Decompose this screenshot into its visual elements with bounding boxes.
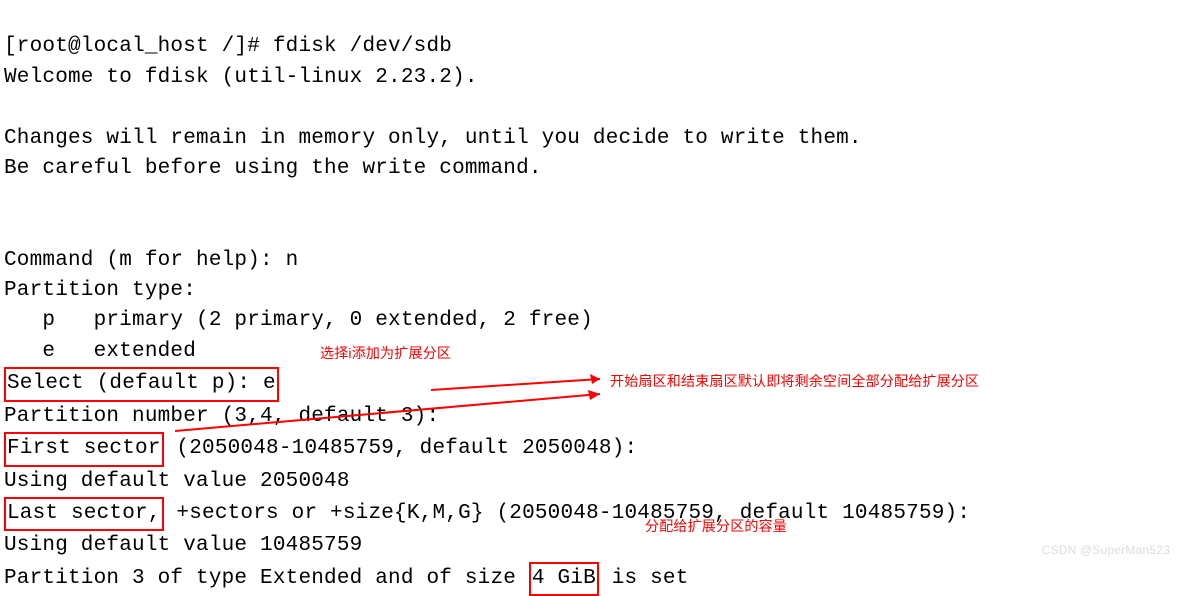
annotation-select-extended: 选择i添加为扩展分区	[320, 343, 451, 363]
partition-number[interactable]: Partition number (3,4, default 3):	[4, 405, 439, 428]
using-first: Using default value 2050048	[4, 470, 350, 493]
size-box: 4 GiB	[529, 562, 599, 596]
last-sector-rest[interactable]: +sectors or +size{K,M,G} (2050048-104857…	[164, 502, 971, 525]
last-sector-box: Last sector,	[4, 497, 164, 531]
line-primary: p primary (2 primary, 0 extended, 2 free…	[4, 309, 593, 332]
using-last: Using default value 10485759	[4, 534, 362, 557]
line-prompt-cmd[interactable]: [root@local_host /]# fdisk /dev/sdb	[4, 35, 452, 58]
first-sector-box: First sector	[4, 432, 164, 466]
line-careful: Be careful before using the write comman…	[4, 157, 542, 180]
terminal-output: [root@local_host /]# fdisk /dev/sdb Welc…	[4, 2, 1180, 596]
select-default-box[interactable]: Select (default p): e	[4, 367, 279, 401]
line-extended: e extended	[4, 340, 196, 363]
result-size: 4 GiB	[532, 567, 596, 590]
result-suffix: is set	[599, 567, 689, 590]
first-sector-rest[interactable]: (2050048-10485759, default 2050048):	[164, 437, 638, 460]
line-changes: Changes will remain in memory only, unti…	[4, 127, 862, 150]
select-text: Select (default p): e	[7, 372, 276, 395]
line-partition-type: Partition type:	[4, 279, 196, 302]
annotation-size: 分配给扩展分区的容量	[645, 516, 787, 536]
watermark: CSDN @SuperMan523	[1042, 542, 1170, 559]
result-prefix: Partition 3 of type Extended and of size	[4, 567, 529, 590]
line-welcome: Welcome to fdisk (util-linux 2.23.2).	[4, 66, 478, 89]
annotation-sector-default: 开始扇区和结束扇区默认即将剩余空间全部分配给扩展分区	[610, 371, 979, 391]
last-sector-label: Last sector,	[7, 502, 161, 525]
line-command-n[interactable]: Command (m for help): n	[4, 249, 298, 272]
first-sector-label: First sector	[7, 437, 161, 460]
